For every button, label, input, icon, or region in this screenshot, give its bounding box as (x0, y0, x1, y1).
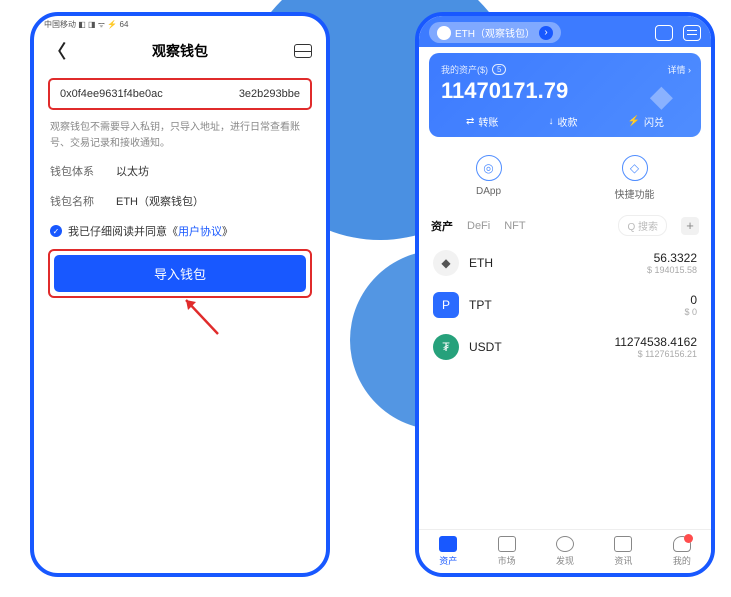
annotation-arrow-icon (180, 296, 230, 336)
compass-icon: ◎ (476, 155, 502, 181)
address-input[interactable]: 0x0f4ee9631f4be0ac 3e2b293bbe (48, 78, 312, 110)
shortcut-row: ◎ DApp ◇ 快捷功能 (419, 145, 711, 211)
tab-news[interactable]: 资讯 (594, 530, 652, 573)
tab-nft[interactable]: NFT (504, 220, 525, 232)
header: 〈 观察钱包 (34, 32, 326, 74)
asset-tabs: 资产 DeFi NFT Q 搜索 + (419, 211, 711, 242)
swap-button[interactable]: ⚡闪兑 (628, 114, 664, 129)
tab-asset[interactable]: 资产 (431, 218, 453, 234)
swap-icon: ⇄ (466, 116, 474, 127)
eth-icon: ◆ (433, 250, 459, 276)
add-token-button[interactable]: + (681, 217, 699, 235)
scan-icon[interactable] (655, 25, 673, 41)
asset-row-eth[interactable]: ◆ ETH 56.3322 $ 194015.58 (419, 242, 711, 284)
user-badge-icon (673, 536, 691, 552)
flash-icon: ⚡ (628, 116, 640, 127)
address-end: 3e2b293bbe (239, 88, 300, 100)
news-icon (614, 536, 632, 552)
scan-icon[interactable] (294, 44, 312, 58)
back-icon[interactable]: 〈 (48, 38, 66, 64)
row-wallet-name: 钱包名称 ETH（观察钱包） (50, 193, 310, 209)
top-bar: ETH（观察钱包） › (419, 16, 711, 47)
shortcut-quick[interactable]: ◇ 快捷功能 (615, 155, 655, 201)
tab-me[interactable]: 我的 (653, 530, 711, 573)
agree-row[interactable]: ✓ 我已仔细阅读并同意《用户协议》 (50, 223, 310, 239)
chart-icon (498, 536, 516, 552)
asset-row-usdt[interactable]: ₮ USDT 11274538.4162 $ 11276156.21 (419, 326, 711, 368)
row-system: 钱包体系 以太坊 (50, 163, 310, 179)
search-input[interactable]: Q 搜索 (618, 215, 667, 236)
status-bar: 中国移动 ◧ ◨ ᯤ ⚡ 64 (34, 16, 326, 32)
page-title: 观察钱包 (152, 41, 208, 61)
import-wallet-button[interactable]: 导入钱包 (54, 255, 306, 292)
tab-asset-bottom[interactable]: 资产 (419, 530, 477, 573)
tab-market[interactable]: 市场 (477, 530, 535, 573)
user-agreement-link[interactable]: 用户协议 (178, 226, 222, 238)
link-icon: ◇ (622, 155, 648, 181)
menu-icon[interactable] (683, 25, 701, 41)
phone-wallet-home: ETH（观察钱包） › 我的资产($) 5 详情 › ◆ 11470171.79… (415, 12, 715, 577)
asset-row-tpt[interactable]: P TPT 0 $ 0 (419, 284, 711, 326)
compass-icon (556, 536, 574, 552)
transfer-button[interactable]: ⇄转账 (466, 114, 498, 129)
my-asset-label: 我的资产($) 5 (441, 63, 689, 76)
import-highlight: 导入钱包 (48, 249, 312, 298)
detail-link[interactable]: 详情 › (667, 63, 691, 76)
usdt-icon: ₮ (433, 334, 459, 360)
tpt-icon: P (433, 292, 459, 318)
eth-chain-icon (437, 26, 451, 40)
checkbox-checked-icon[interactable]: ✓ (50, 225, 62, 237)
wallet-selector[interactable]: ETH（观察钱包） › (429, 22, 561, 43)
watch-wallet-description: 观察钱包不需要导入私钥，只导入地址，进行日常查看账号、交易记录和接收通知。 (50, 120, 310, 151)
tab-defi[interactable]: DeFi (467, 220, 490, 232)
shortcut-dapp[interactable]: ◎ DApp (476, 155, 502, 201)
asset-card: 我的资产($) 5 详情 › ◆ 11470171.79 ⇄转账 ↓收款 ⚡闪兑 (429, 53, 701, 137)
address-start: 0x0f4ee9631f4be0ac (60, 88, 163, 100)
receive-button[interactable]: ↓收款 (548, 114, 577, 129)
phone-import-wallet: 中国移动 ◧ ◨ ᯤ ⚡ 64 〈 观察钱包 0x0f4ee9631f4be0a… (30, 12, 330, 577)
chevron-right-icon: › (539, 26, 553, 40)
download-icon: ↓ (548, 116, 553, 127)
eth-logo-icon: ◆ (650, 79, 673, 114)
bottom-tabbar: 资产 市场 发现 资讯 我的 (419, 529, 711, 573)
wallet-icon (439, 536, 457, 552)
tab-discover[interactable]: 发现 (536, 530, 594, 573)
